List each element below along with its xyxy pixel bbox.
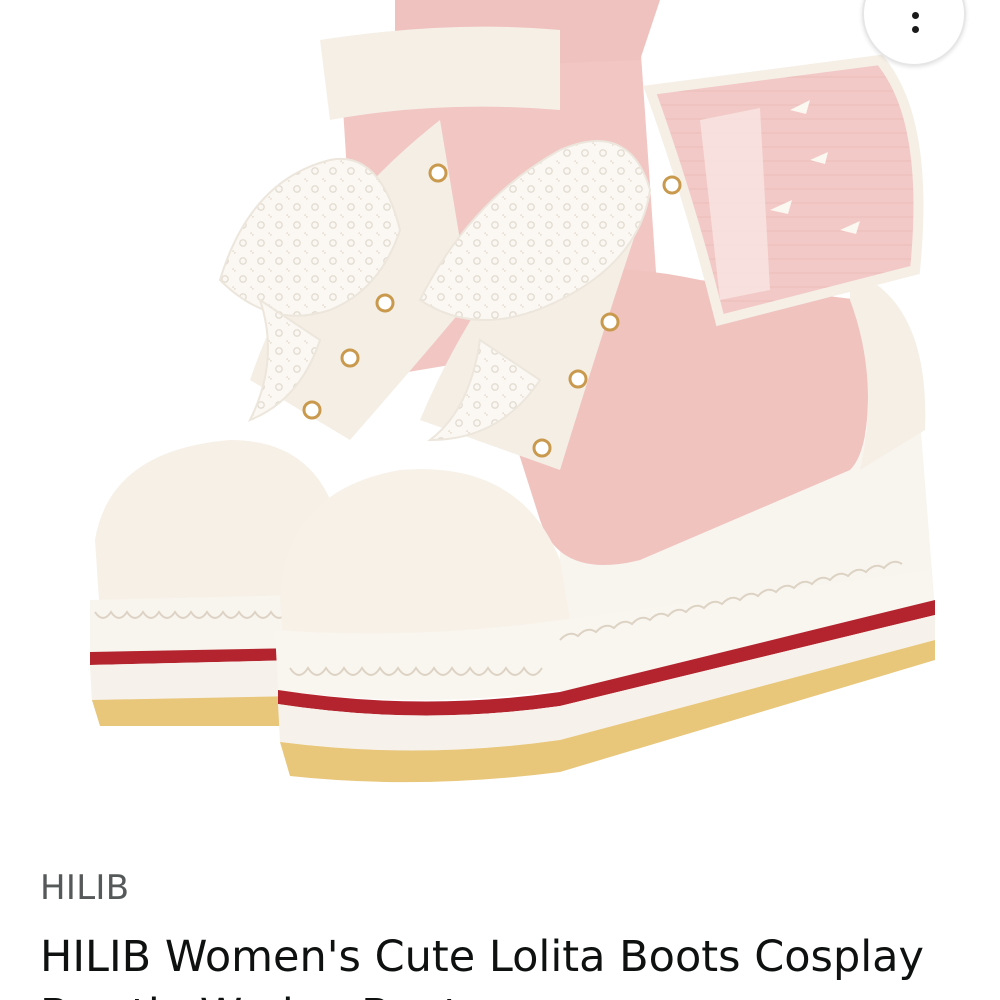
product-page: HILIB HILIB Women's Cute Lolita Boots Co…: [0, 0, 1000, 1000]
product-title[interactable]: HILIB Women's Cute Lolita Boots Cosplay …: [40, 928, 980, 1000]
boots-illustration: [90, 0, 935, 783]
more-icon-dot: [912, 26, 919, 33]
more-vertical-icon: [908, 12, 922, 42]
product-brand[interactable]: HILIB: [40, 866, 129, 910]
more-icon-dot: [912, 12, 919, 19]
product-image[interactable]: [0, 0, 1000, 840]
